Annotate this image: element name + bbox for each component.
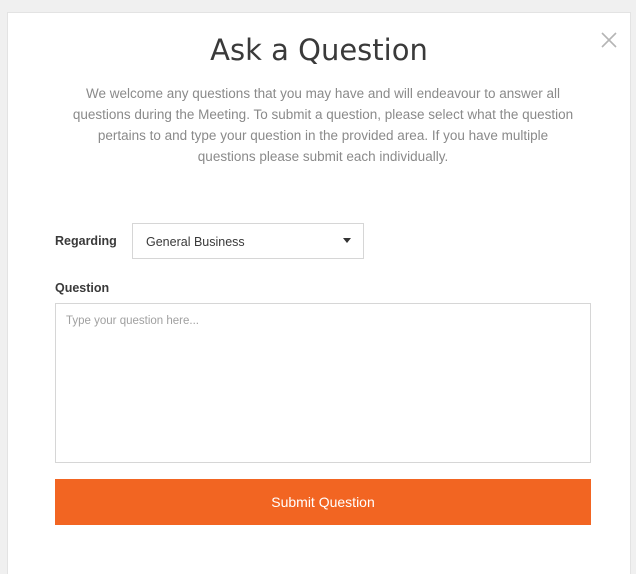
caret-down-icon bbox=[343, 238, 351, 243]
regarding-select[interactable]: General Business bbox=[132, 223, 364, 259]
regarding-label: Regarding bbox=[55, 234, 117, 248]
ask-question-dialog: Ask a Question We welcome any questions … bbox=[7, 12, 631, 574]
intro-text: We welcome any questions that you may ha… bbox=[72, 86, 574, 164]
regarding-selected-value: General Business bbox=[146, 235, 245, 249]
submit-question-button[interactable]: Submit Question bbox=[55, 479, 591, 525]
dialog-title: Ask a Question bbox=[210, 33, 428, 67]
question-label: Question bbox=[55, 281, 110, 295]
question-textarea[interactable] bbox=[55, 303, 591, 463]
